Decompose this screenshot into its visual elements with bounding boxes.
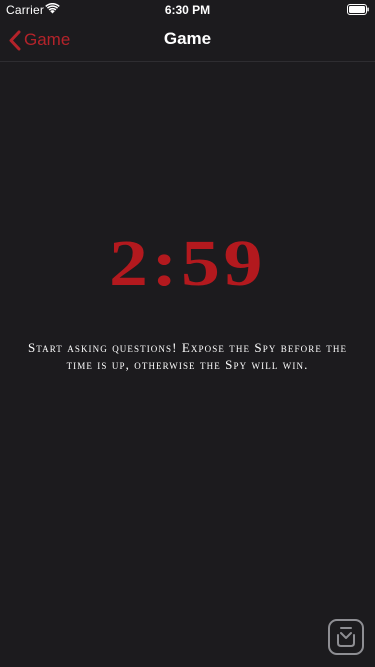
nav-title: Game: [163, 29, 212, 48]
app-badge-button[interactable]: [328, 619, 364, 655]
countdown-timer: 2:59: [109, 227, 266, 300]
status-time: 6:30 PM: [164, 3, 211, 17]
app-badge-icon: [337, 627, 355, 647]
game-screen: Carrier 6:30 PM Game Game 2:59 Start ask…: [0, 0, 375, 667]
navigation-bar: Game Game: [0, 20, 375, 62]
battery-icon: [347, 4, 369, 15]
status-bar: Carrier 6:30 PM: [0, 0, 375, 20]
game-instructions: Start asking questions! Expose the Spy b…: [27, 340, 348, 372]
